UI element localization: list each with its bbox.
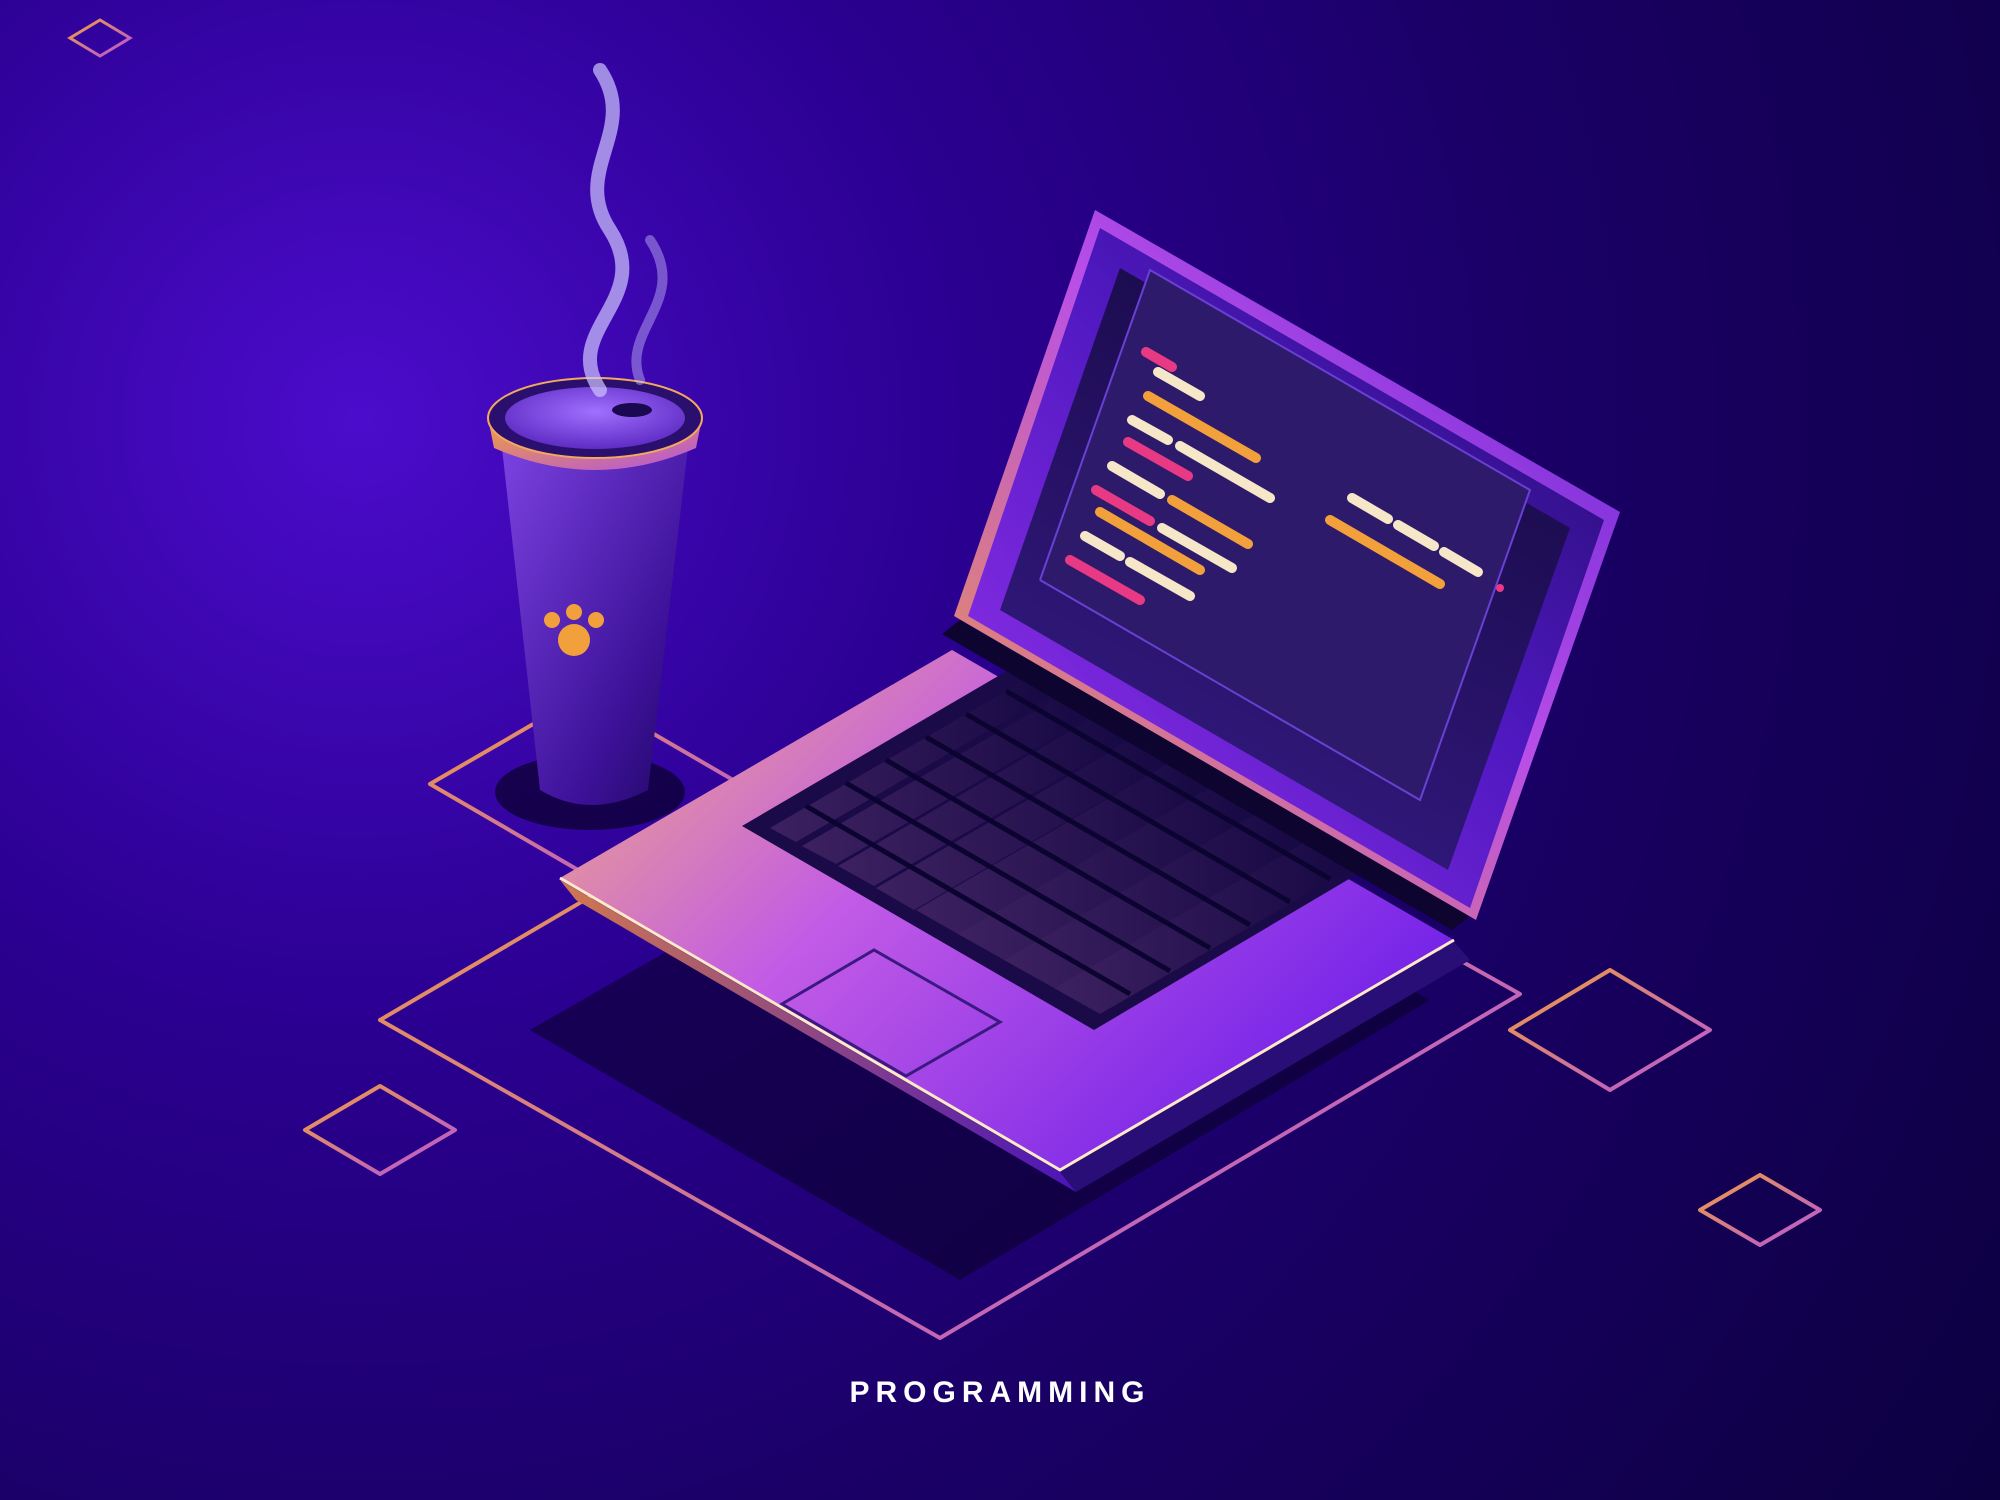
accent-diamond-far-right [1700, 1175, 1820, 1245]
isometric-scene [0, 0, 2000, 1500]
accent-diamond-left [305, 1086, 455, 1174]
coffee-cup [488, 70, 702, 805]
illustration-stage: PROGRAMMING [0, 0, 2000, 1500]
accent-diamond-right [1510, 970, 1710, 1090]
steam-icon [590, 70, 663, 390]
accent-square-top-left [70, 20, 130, 56]
caption-text: PROGRAMMING [850, 1376, 1151, 1410]
